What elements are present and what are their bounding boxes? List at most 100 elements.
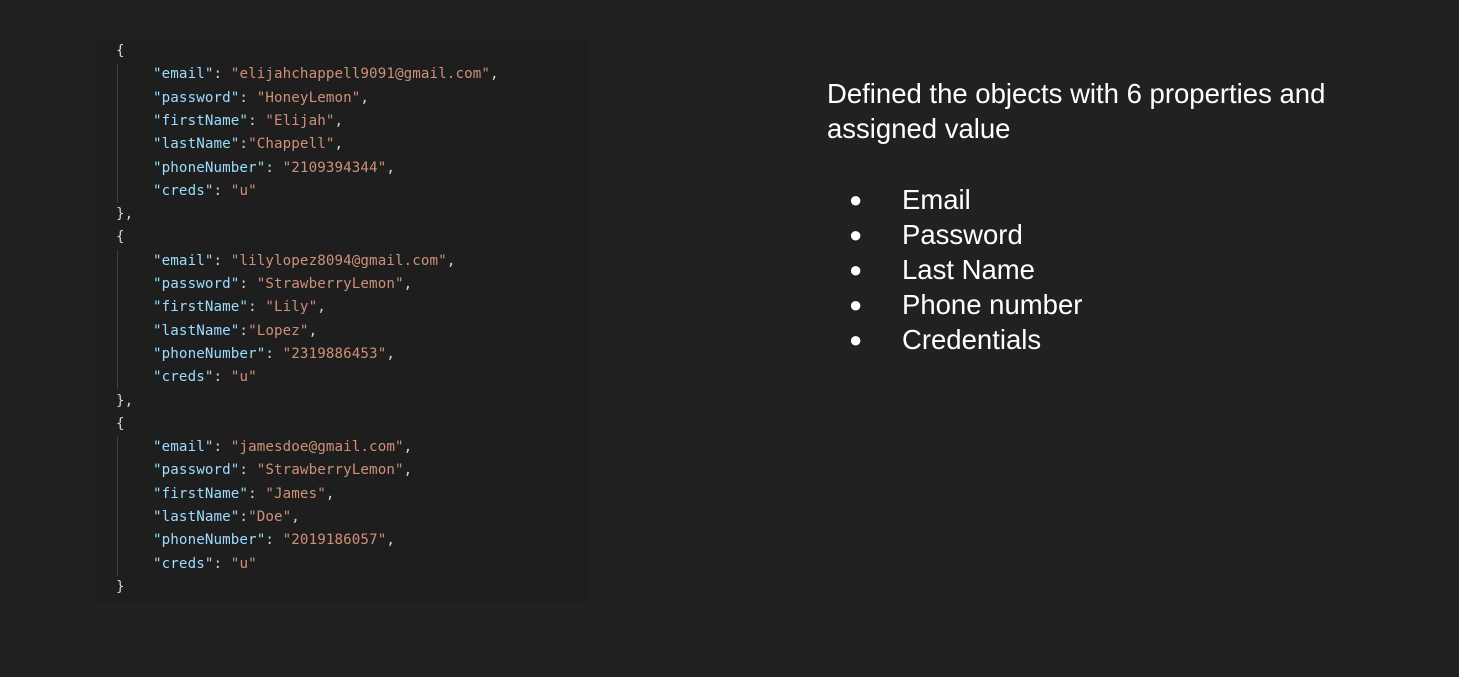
property-value: "jamesdoe@gmail.com" <box>230 439 404 456</box>
property-separator: : <box>239 462 257 479</box>
open-brace: { <box>116 43 125 59</box>
property-trailing-comma: , <box>386 159 395 176</box>
list-item: ● Last Name <box>847 252 1082 287</box>
code-line-property: "firstName": "James", <box>153 483 335 506</box>
property-key: "password" <box>153 89 240 106</box>
property-key: "phoneNumber" <box>153 345 266 362</box>
property-value: "2019186057" <box>282 532 387 549</box>
code-line-property: "phoneNumber": "2109394344", <box>153 157 395 180</box>
property-separator: : <box>265 345 283 362</box>
code-line-property: "email": "elijahchappell9091@gmail.com", <box>153 63 499 86</box>
property-list: ● Email ● Password ● Last Name ● Phone n… <box>847 182 1082 357</box>
property-trailing-comma: , <box>308 322 318 339</box>
property-value: "2319886453" <box>282 345 387 362</box>
close-brace: }, <box>116 206 134 223</box>
code-line-open-brace: { <box>116 413 125 436</box>
property-trailing-comma: , <box>403 276 413 292</box>
close-brace: }, <box>116 392 134 409</box>
property-separator: : <box>213 369 231 386</box>
property-trailing-comma: , <box>386 532 395 549</box>
property-value: "elijahchappell9091@gmail.com" <box>230 66 491 83</box>
property-separator: : <box>239 276 257 292</box>
property-separator: : <box>213 439 231 456</box>
property-value: "2109394344" <box>282 159 387 176</box>
code-line-property: "lastName":"Doe", <box>153 506 300 529</box>
property-key: "email" <box>153 66 214 83</box>
property-key: "password" <box>153 462 240 479</box>
code-line-property: "password": "StrawberryLemon", <box>153 459 412 482</box>
list-item-label: Password <box>902 219 1023 250</box>
code-line-property: "lastName":"Lopez", <box>153 320 317 343</box>
code-line-property: "firstName": "Lily", <box>153 296 326 319</box>
property-separator: : <box>248 112 266 129</box>
property-value: "Lopez" <box>248 322 309 339</box>
code-line-property: "creds": "u" <box>153 366 257 389</box>
property-value: "Chappell" <box>248 136 335 153</box>
code-line-property: "firstName": "Elijah", <box>153 110 343 133</box>
code-line-property: "phoneNumber": "2019186057", <box>153 529 395 552</box>
property-key: "creds" <box>153 555 214 572</box>
property-value: "u" <box>230 369 257 386</box>
list-item-label: Phone number <box>902 289 1083 320</box>
property-separator: : <box>265 532 283 549</box>
property-key: "phoneNumber" <box>153 159 266 176</box>
bullet-icon: ● <box>849 187 863 212</box>
property-key: "firstName" <box>153 299 249 316</box>
code-line-open-brace: { <box>116 226 125 249</box>
property-separator: : <box>248 299 266 316</box>
property-value: "lilylopez8094@gmail.com" <box>230 252 447 269</box>
property-key: "creds" <box>153 182 214 199</box>
bullet-icon: ● <box>849 327 863 352</box>
property-trailing-comma: , <box>403 462 413 479</box>
code-line-property: "email": "lilylopez8094@gmail.com", <box>153 250 456 273</box>
open-brace: { <box>116 415 125 432</box>
code-line-close-brace: }, <box>116 390 133 413</box>
property-key: "lastName" <box>153 322 240 339</box>
indent-guide <box>117 249 118 390</box>
property-trailing-comma: , <box>490 66 499 83</box>
property-separator: : <box>239 509 249 525</box>
property-value: "u" <box>230 555 257 572</box>
property-value: "StrawberryLemon" <box>256 276 404 292</box>
property-separator: : <box>213 555 231 572</box>
property-value: "u" <box>230 182 257 199</box>
property-trailing-comma: , <box>403 439 413 456</box>
bullet-icon: ● <box>849 292 863 317</box>
code-line-property: "password": "HoneyLemon", <box>153 87 369 110</box>
indent-guide <box>117 63 118 204</box>
property-separator: : <box>213 252 231 269</box>
code-line-close-brace: } <box>116 576 125 599</box>
property-key: "email" <box>153 439 214 456</box>
property-separator: : <box>239 322 249 339</box>
close-brace: } <box>116 578 125 595</box>
property-trailing-comma: , <box>360 89 370 106</box>
list-item: ● Password <box>847 217 1082 252</box>
list-item-label: Credentials <box>902 324 1042 355</box>
property-separator: : <box>213 66 231 83</box>
property-separator: : <box>248 485 266 502</box>
property-key: "firstName" <box>153 112 249 129</box>
property-key: "email" <box>153 252 214 269</box>
slide: { "email": "elijahchappell9091@gmail.com"… <box>0 0 1459 677</box>
property-value: "Elijah" <box>265 112 335 129</box>
property-value: "Doe" <box>248 509 292 525</box>
bullet-icon: ● <box>849 222 863 247</box>
property-trailing-comma: , <box>446 252 456 269</box>
property-value: "James" <box>265 485 326 502</box>
code-line-property: "phoneNumber": "2319886453", <box>153 343 395 366</box>
property-separator: : <box>239 89 257 106</box>
property-trailing-comma: , <box>334 112 344 129</box>
property-key: "lastName" <box>153 509 240 525</box>
code-line-property: "password": "StrawberryLemon", <box>153 273 412 296</box>
code-line-close-brace: }, <box>116 203 133 226</box>
description-text: Defined the objects with 6 properties an… <box>827 78 1326 144</box>
property-key: "phoneNumber" <box>153 532 266 549</box>
list-item: ● Phone number <box>847 287 1082 322</box>
property-key: "lastName" <box>153 136 240 153</box>
property-trailing-comma: , <box>325 485 335 502</box>
code-line-property: "creds": "u" <box>153 553 257 576</box>
code-line-open-brace: { <box>116 40 125 63</box>
property-trailing-comma: , <box>386 345 395 362</box>
open-brace: { <box>116 229 125 246</box>
code-line-property: "email": "jamesdoe@gmail.com", <box>153 436 412 459</box>
